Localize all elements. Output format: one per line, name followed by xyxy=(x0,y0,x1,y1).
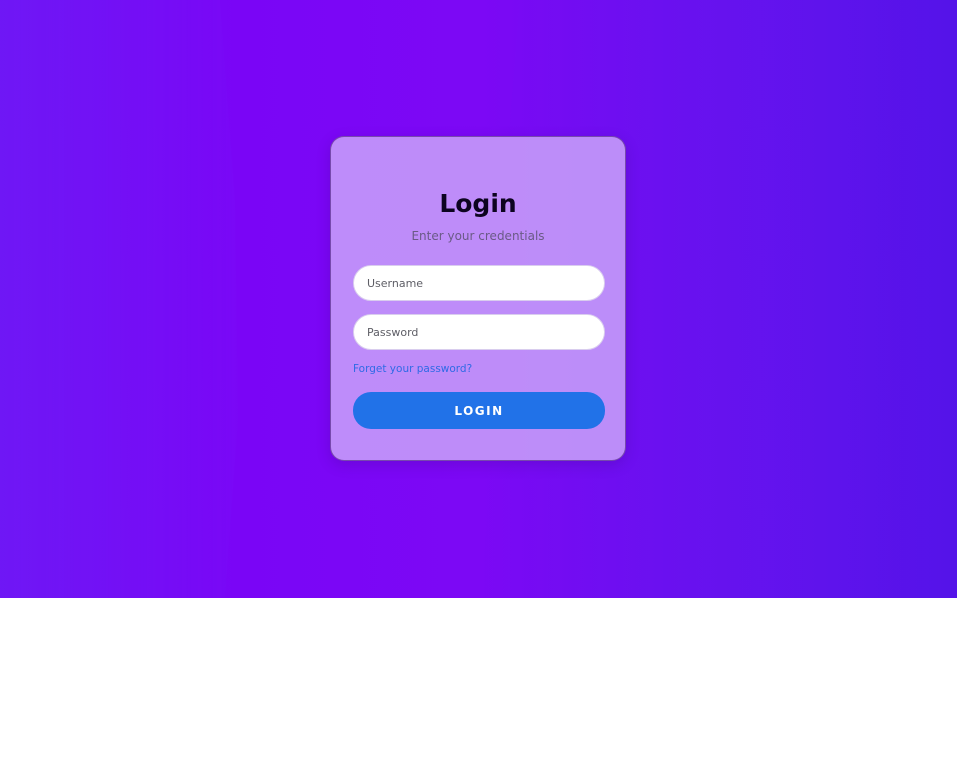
password-input[interactable] xyxy=(353,314,605,350)
login-title: Login xyxy=(439,189,517,218)
login-button[interactable]: LOGIN xyxy=(353,392,605,429)
page-background: Login Enter your credentials Forget your… xyxy=(0,0,957,598)
login-card: Login Enter your credentials Forget your… xyxy=(330,136,626,461)
login-subtitle: Enter your credentials xyxy=(411,229,545,243)
username-input[interactable] xyxy=(353,265,605,301)
forgot-password-link[interactable]: Forget your password? xyxy=(353,363,472,375)
background-wave-left xyxy=(0,0,238,598)
